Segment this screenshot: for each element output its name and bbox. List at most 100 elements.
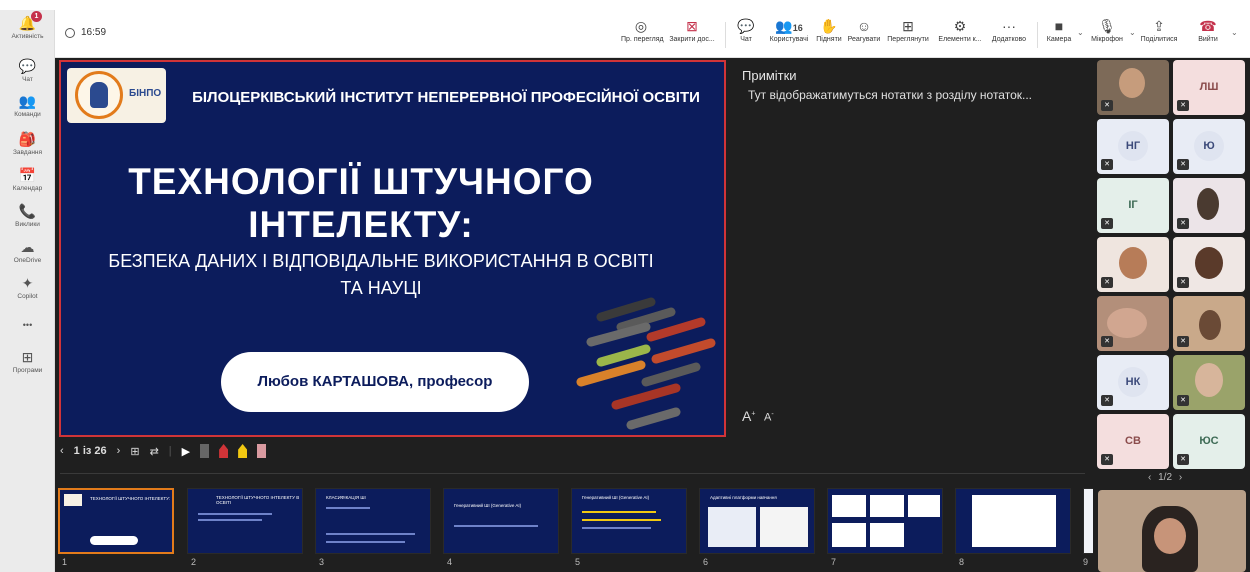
chevron-down-icon[interactable]: ⌄ xyxy=(1129,28,1136,37)
mic-button[interactable]: 🎙 Мікрофон xyxy=(1089,16,1125,43)
settings-slider-icon[interactable]: ⇄ xyxy=(150,445,159,458)
thumb-number: 7 xyxy=(831,557,837,567)
participant-tile[interactable]: ІГ ✕ xyxy=(1097,178,1169,233)
participant-tile[interactable]: Ю ✕ xyxy=(1173,119,1245,174)
meeting-toolbar: 16:59 ◎ Пр. перегляд ⊠ Закрити дос... 💬 … xyxy=(55,10,1250,58)
more-icon: ··· xyxy=(1002,18,1016,34)
mic-label: Мікрофон xyxy=(1091,36,1123,43)
participant-tile[interactable]: ✕ xyxy=(1173,355,1245,410)
rail-item-assignments[interactable]: 🎒 Завдання xyxy=(0,130,55,156)
participant-tile[interactable]: ✕ xyxy=(1173,237,1245,292)
participant-photo xyxy=(1119,68,1145,98)
more-button[interactable]: ··· Додатково xyxy=(989,16,1029,43)
participant-tile[interactable]: ✕ xyxy=(1097,60,1169,115)
participant-tile[interactable]: ЛШ ✕ xyxy=(1173,60,1245,115)
preview-button[interactable]: ◎ Пр. перегляд xyxy=(621,16,664,43)
eraser-icon[interactable] xyxy=(257,444,267,458)
previous-slide-icon[interactable]: ‹ xyxy=(60,445,64,457)
preview-label: Пр. перегляд xyxy=(621,36,664,43)
rail-item-more[interactable]: ••• xyxy=(0,316,55,334)
pager-prev-icon[interactable]: ‹ xyxy=(1148,472,1151,483)
chat-button[interactable]: 💬 Чат xyxy=(735,16,757,43)
participant-tile[interactable]: НГ ✕ xyxy=(1097,119,1169,174)
view-button[interactable]: ⊞ Переглянути xyxy=(885,16,931,43)
pen-red-icon[interactable] xyxy=(219,444,229,458)
slide-thumbnail[interactable]: Адаптивні платформи навчання xyxy=(699,488,815,554)
rail-item-apps[interactable]: ⊞ Програми xyxy=(0,348,55,374)
next-slide-icon[interactable]: › xyxy=(117,445,121,457)
slide-thumbnail[interactable]: ТЕХНОЛОГІЇ ШТУЧНОГО ІНТЕЛЕКТУ В ОСВІТІ xyxy=(187,488,303,554)
participant-tile[interactable]: ✕ xyxy=(1097,296,1169,351)
rail-item-label: Команди xyxy=(14,111,41,118)
thumb-title: Адаптивні платформи навчання xyxy=(710,495,777,500)
slide-thumbnail[interactable] xyxy=(827,488,943,554)
stop-sharing-button[interactable]: ⊠ Закрити дос... xyxy=(667,16,717,43)
rail-item-calls[interactable]: 📞 Виклики xyxy=(0,202,55,228)
meeting-timer: 16:59 xyxy=(65,27,106,38)
participant-photo xyxy=(1197,188,1219,220)
chevron-down-icon[interactable]: ⌄ xyxy=(1077,28,1084,37)
participant-tile[interactable]: ✕ xyxy=(1097,237,1169,292)
rail-item-label: Чат xyxy=(22,76,33,83)
timer-icon xyxy=(65,27,75,38)
microphone-icon: 🎙 xyxy=(1098,18,1116,34)
thumb-line xyxy=(326,507,370,509)
thumb-title: ТЕХНОЛОГІЇ ШТУЧНОГО ІНТЕЛЕКТУ В ОСВІТІ xyxy=(216,495,300,505)
react-button[interactable]: ☺ Реагувати xyxy=(847,16,881,43)
pen-gray-icon[interactable] xyxy=(200,444,210,458)
slide-thumbnail[interactable]: Генеративний ШІ (Generative AI) xyxy=(571,488,687,554)
slide-title: ТЕХНОЛОГІЇ ШТУЧНОГО ІНТЕЛЕКТУ: xyxy=(61,160,661,246)
font-decrease-icon[interactable]: A- xyxy=(764,411,774,424)
font-increase-icon[interactable]: A+ xyxy=(742,408,755,424)
rail-item-teams[interactable]: 👥 Команди xyxy=(0,92,55,118)
shared-slide: БІНПО БІЛОЦЕРКІВСЬКИЙ ІНСТИТУТ НЕПЕРЕРВН… xyxy=(59,60,726,437)
rail-item-copilot[interactable]: ✦ Copilot xyxy=(0,274,55,300)
thumb-number: 5 xyxy=(575,557,581,567)
close-share-icon: ⊠ xyxy=(686,18,698,34)
share-button[interactable]: ⇪ Поділитися xyxy=(1139,16,1179,43)
people-button[interactable]: 👥16 Користувачі xyxy=(767,16,811,43)
rail-item-calendar[interactable]: 📅 Календар xyxy=(0,166,55,192)
smiley-icon: ☺ xyxy=(856,18,872,34)
slide-thumbnail[interactable] xyxy=(955,488,1071,554)
top-strip xyxy=(0,0,1250,10)
share-icon: ⇪ xyxy=(1153,18,1165,34)
chevron-down-icon[interactable]: ⌄ xyxy=(1231,28,1238,37)
rail-item-label: OneDrive xyxy=(13,257,42,264)
more-label: Додатково xyxy=(991,36,1027,43)
mic-muted-icon: ✕ xyxy=(1101,159,1113,170)
elements-label: Елементи к... xyxy=(938,36,982,43)
participant-tile[interactable]: ✕ xyxy=(1173,178,1245,233)
room-elements-button[interactable]: ⚙ Елементи к... xyxy=(935,16,985,43)
participant-tile[interactable]: СВ ✕ xyxy=(1097,414,1169,469)
participant-tile[interactable]: НК ✕ xyxy=(1097,355,1169,410)
slide-thumbnail[interactable] xyxy=(1083,488,1093,554)
slide-thumbnail[interactable]: Генеративний ШІ (Generative AI) xyxy=(443,488,559,554)
thumb-number: 1 xyxy=(62,557,68,567)
highlighter-icon[interactable] xyxy=(238,444,248,458)
controls-divider: | xyxy=(168,445,172,457)
participant-tile[interactable]: ✕ xyxy=(1173,296,1245,351)
rail-item-chat[interactable]: 💬 Чат xyxy=(0,57,55,83)
self-view-video[interactable] xyxy=(1098,490,1246,572)
grid-icon[interactable]: ⊞ xyxy=(130,445,139,458)
slide-thumbnail[interactable]: КЛАСИФІКАЦІЯ ШІ xyxy=(315,488,431,554)
pointer-icon[interactable]: ▶ xyxy=(182,445,190,458)
thumb-image xyxy=(832,523,866,547)
camera-button[interactable]: ■ Камера xyxy=(1045,16,1073,43)
mic-muted-icon: ✕ xyxy=(1177,218,1189,229)
participant-photo xyxy=(1107,308,1147,338)
logo-emblem xyxy=(75,71,123,119)
pager-next-icon[interactable]: › xyxy=(1179,472,1182,483)
rail-item-label: Завдання xyxy=(12,149,43,156)
mic-muted-icon: ✕ xyxy=(1177,336,1189,347)
rail-item-activity[interactable]: 🔔 1 Активність xyxy=(0,11,55,40)
raise-hand-button[interactable]: ✋ Підняти xyxy=(815,16,843,43)
thumb-image xyxy=(972,495,1056,547)
thumb-title: КЛАСИФІКАЦІЯ ШІ xyxy=(326,495,366,500)
rail-item-onedrive[interactable]: ☁ OneDrive xyxy=(0,238,55,264)
more-icon: ••• xyxy=(22,320,33,330)
leave-button[interactable]: ☎ Вийти xyxy=(1195,16,1221,43)
slide-thumbnail[interactable]: ТЕХНОЛОГІЇ ШТУЧНОГО ІНТЕЛЕКТУ: xyxy=(58,488,174,554)
participant-tile[interactable]: ЮС ✕ xyxy=(1173,414,1245,469)
